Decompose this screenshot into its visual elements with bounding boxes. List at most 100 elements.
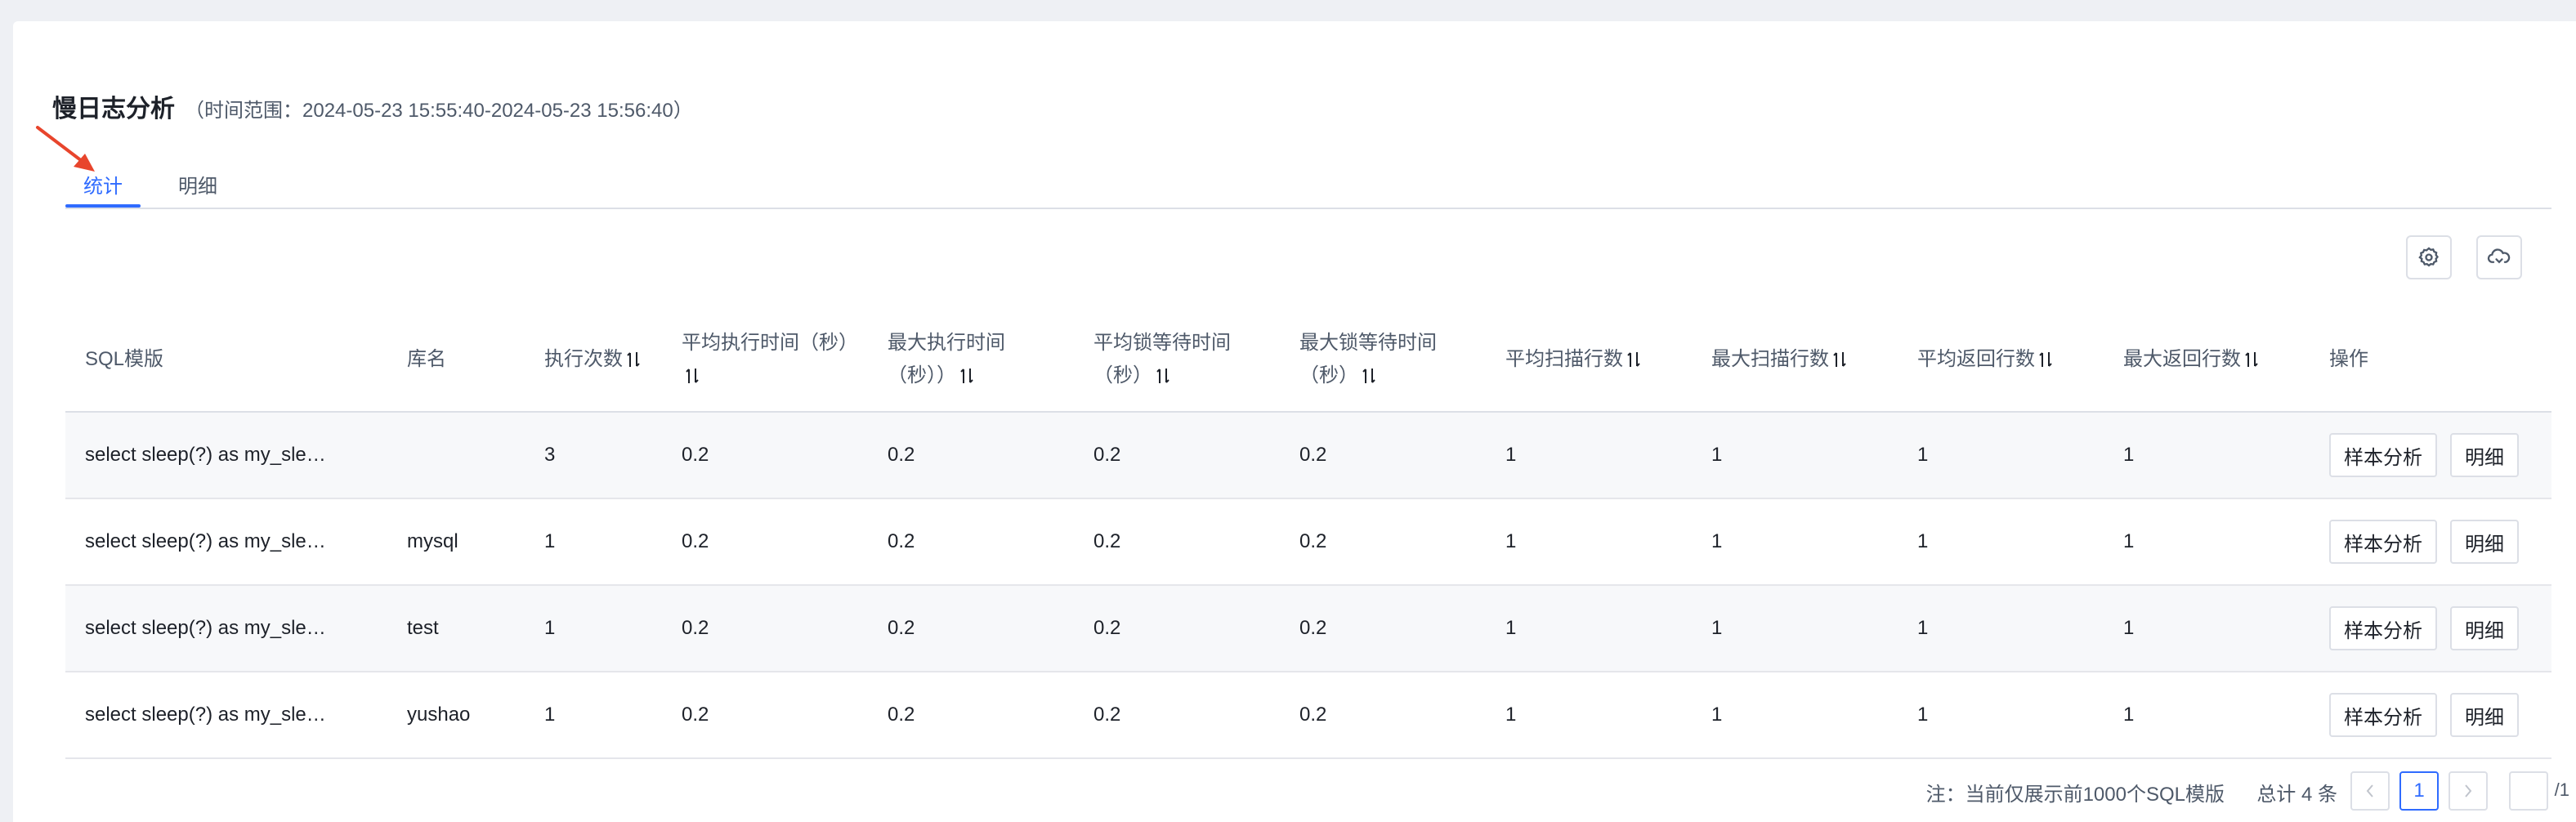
sort-icon[interactable] — [1832, 351, 1847, 369]
tab-details[interactable]: 明细 — [178, 170, 217, 199]
sort-icon[interactable] — [2038, 351, 2053, 369]
cell-actions: 样本分析 明细 — [2310, 412, 2551, 499]
cell-max-exec: 0.2 — [868, 412, 1074, 499]
cell-max-lock: 0.2 — [1280, 672, 1486, 759]
table-row: select sleep(?) as my_sle… test 1 0.2 0.… — [65, 585, 2551, 672]
page-header: 慢日志分析 （时间范围：2024-05-23 15:55:40-2024-05-… — [52, 88, 693, 124]
cell-avg-scan: 1 — [1486, 412, 1692, 499]
settings-button[interactable] — [2406, 235, 2452, 279]
cell-sql: select sleep(?) as my_sle… — [65, 585, 387, 672]
cell-max-lock: 0.2 — [1280, 585, 1486, 672]
cell-max-ret: 1 — [2104, 672, 2310, 759]
cell-avg-ret: 1 — [1898, 672, 2104, 759]
cell-count: 1 — [525, 498, 662, 586]
cell-avg-exec: 0.2 — [662, 672, 868, 759]
sample-analysis-button[interactable]: 样本分析 — [2329, 433, 2437, 477]
col-avg-exec-time[interactable]: 平均执行时间（秒） — [662, 307, 868, 413]
sample-analysis-button[interactable]: 样本分析 — [2329, 693, 2437, 737]
col-avg-return-rows[interactable]: 平均返回行数 — [1898, 307, 2104, 413]
cell-max-ret: 1 — [2104, 412, 2310, 499]
cell-actions: 样本分析 明细 — [2310, 498, 2551, 586]
cell-max-scan: 1 — [1692, 585, 1898, 672]
cell-count: 1 — [525, 585, 662, 672]
page-title: 慢日志分析 — [52, 96, 175, 123]
time-range-label: （时间范围：2024-05-23 15:55:40-2024-05-23 15:… — [185, 100, 693, 122]
sort-icon[interactable] — [2244, 351, 2259, 369]
cell-avg-lock: 0.2 — [1074, 585, 1280, 672]
sample-analysis-button[interactable]: 样本分析 — [2329, 520, 2437, 564]
sort-icon[interactable] — [1156, 367, 1170, 385]
cell-avg-ret: 1 — [1898, 412, 2104, 499]
cell-avg-exec: 0.2 — [662, 585, 868, 672]
page-number-button[interactable]: 1 — [2399, 771, 2439, 811]
cell-max-exec: 0.2 — [868, 672, 1074, 759]
col-avg-lock-wait[interactable]: 平均锁等待时间（秒） — [1074, 307, 1280, 413]
cell-avg-lock: 0.2 — [1074, 412, 1280, 499]
gear-icon — [2418, 247, 2439, 267]
cell-avg-scan: 1 — [1486, 672, 1692, 759]
detail-button[interactable]: 明细 — [2450, 520, 2519, 564]
cell-max-ret: 1 — [2104, 585, 2310, 672]
cell-avg-scan: 1 — [1486, 498, 1692, 586]
chevron-left-icon — [2366, 784, 2373, 797]
chevron-right-icon — [2465, 784, 2472, 797]
table-row: select sleep(?) as my_sle… 3 0.2 0.2 0.2… — [65, 412, 2551, 499]
cloud-refresh-icon — [2487, 248, 2511, 264]
pagination-bar: 注：当前仅展示前1000个SQL模版 总计 4 条 1 /1 — [13, 771, 2576, 812]
cell-avg-exec: 0.2 — [662, 412, 868, 499]
slow-log-table: SQL模版 库名 执行次数 平均执行时间（秒） 最大执行时间（秒）） 平均锁等待… — [65, 307, 2551, 759]
total-count: 总计 4 条 — [2256, 784, 2337, 806]
sort-icon[interactable] — [1362, 367, 1376, 385]
cell-db — [387, 412, 525, 499]
sort-icon[interactable] — [685, 367, 700, 385]
page-jump-input[interactable] — [2509, 771, 2548, 811]
col-max-scan-rows[interactable]: 最大扫描行数 — [1692, 307, 1898, 413]
cell-avg-ret: 1 — [1898, 585, 2104, 672]
cell-max-scan: 1 — [1692, 412, 1898, 499]
cell-sql: select sleep(?) as my_sle… — [65, 498, 387, 586]
col-avg-scan-rows[interactable]: 平均扫描行数 — [1486, 307, 1692, 413]
tab-bar: 统计 明细 — [65, 163, 2551, 209]
export-button[interactable] — [2476, 235, 2522, 279]
cell-sql: select sleep(?) as my_sle… — [65, 412, 387, 499]
sort-icon[interactable] — [1626, 351, 1641, 369]
col-max-lock-wait[interactable]: 最大锁等待时间（秒） — [1280, 307, 1486, 413]
cell-avg-lock: 0.2 — [1074, 672, 1280, 759]
cell-max-lock: 0.2 — [1280, 498, 1486, 586]
cell-db: mysql — [387, 498, 525, 586]
cell-db: test — [387, 585, 525, 672]
cell-max-lock: 0.2 — [1280, 412, 1486, 499]
cell-avg-scan: 1 — [1486, 585, 1692, 672]
tab-statistics[interactable]: 统计 — [83, 170, 123, 199]
page-total: /1 — [2554, 780, 2569, 800]
detail-button[interactable]: 明细 — [2450, 433, 2519, 477]
sort-icon[interactable] — [626, 351, 641, 369]
cell-avg-ret: 1 — [1898, 498, 2104, 586]
cell-sql: select sleep(?) as my_sle… — [65, 672, 387, 759]
col-actions: 操作 — [2310, 307, 2551, 413]
cell-avg-lock: 0.2 — [1074, 498, 1280, 586]
sort-icon[interactable] — [959, 367, 974, 385]
cell-count: 3 — [525, 412, 662, 499]
detail-button[interactable]: 明细 — [2450, 606, 2519, 650]
next-page-button[interactable] — [2449, 771, 2488, 811]
sample-analysis-button[interactable]: 样本分析 — [2329, 606, 2437, 650]
slow-log-panel: 慢日志分析 （时间范围：2024-05-23 15:55:40-2024-05-… — [13, 21, 2576, 822]
limit-note: 注：当前仅展示前1000个SQL模版 — [1925, 784, 2225, 806]
cell-max-ret: 1 — [2104, 498, 2310, 586]
cell-actions: 样本分析 明细 — [2310, 672, 2551, 759]
table-header-row: SQL模版 库名 执行次数 平均执行时间（秒） 最大执行时间（秒）） 平均锁等待… — [65, 307, 2551, 413]
cell-avg-exec: 0.2 — [662, 498, 868, 586]
col-sql-template: SQL模版 — [65, 307, 387, 413]
col-exec-count[interactable]: 执行次数 — [525, 307, 662, 413]
col-max-return-rows[interactable]: 最大返回行数 — [2104, 307, 2310, 413]
cell-count: 1 — [525, 672, 662, 759]
cell-max-exec: 0.2 — [868, 498, 1074, 586]
table-row: select sleep(?) as my_sle… yushao 1 0.2 … — [65, 672, 2551, 759]
cell-actions: 样本分析 明细 — [2310, 585, 2551, 672]
col-max-exec-time[interactable]: 最大执行时间（秒）） — [868, 307, 1074, 413]
col-db-name: 库名 — [387, 307, 525, 413]
detail-button[interactable]: 明细 — [2450, 693, 2519, 737]
cell-max-exec: 0.2 — [868, 585, 1074, 672]
prev-page-button[interactable] — [2350, 771, 2390, 811]
